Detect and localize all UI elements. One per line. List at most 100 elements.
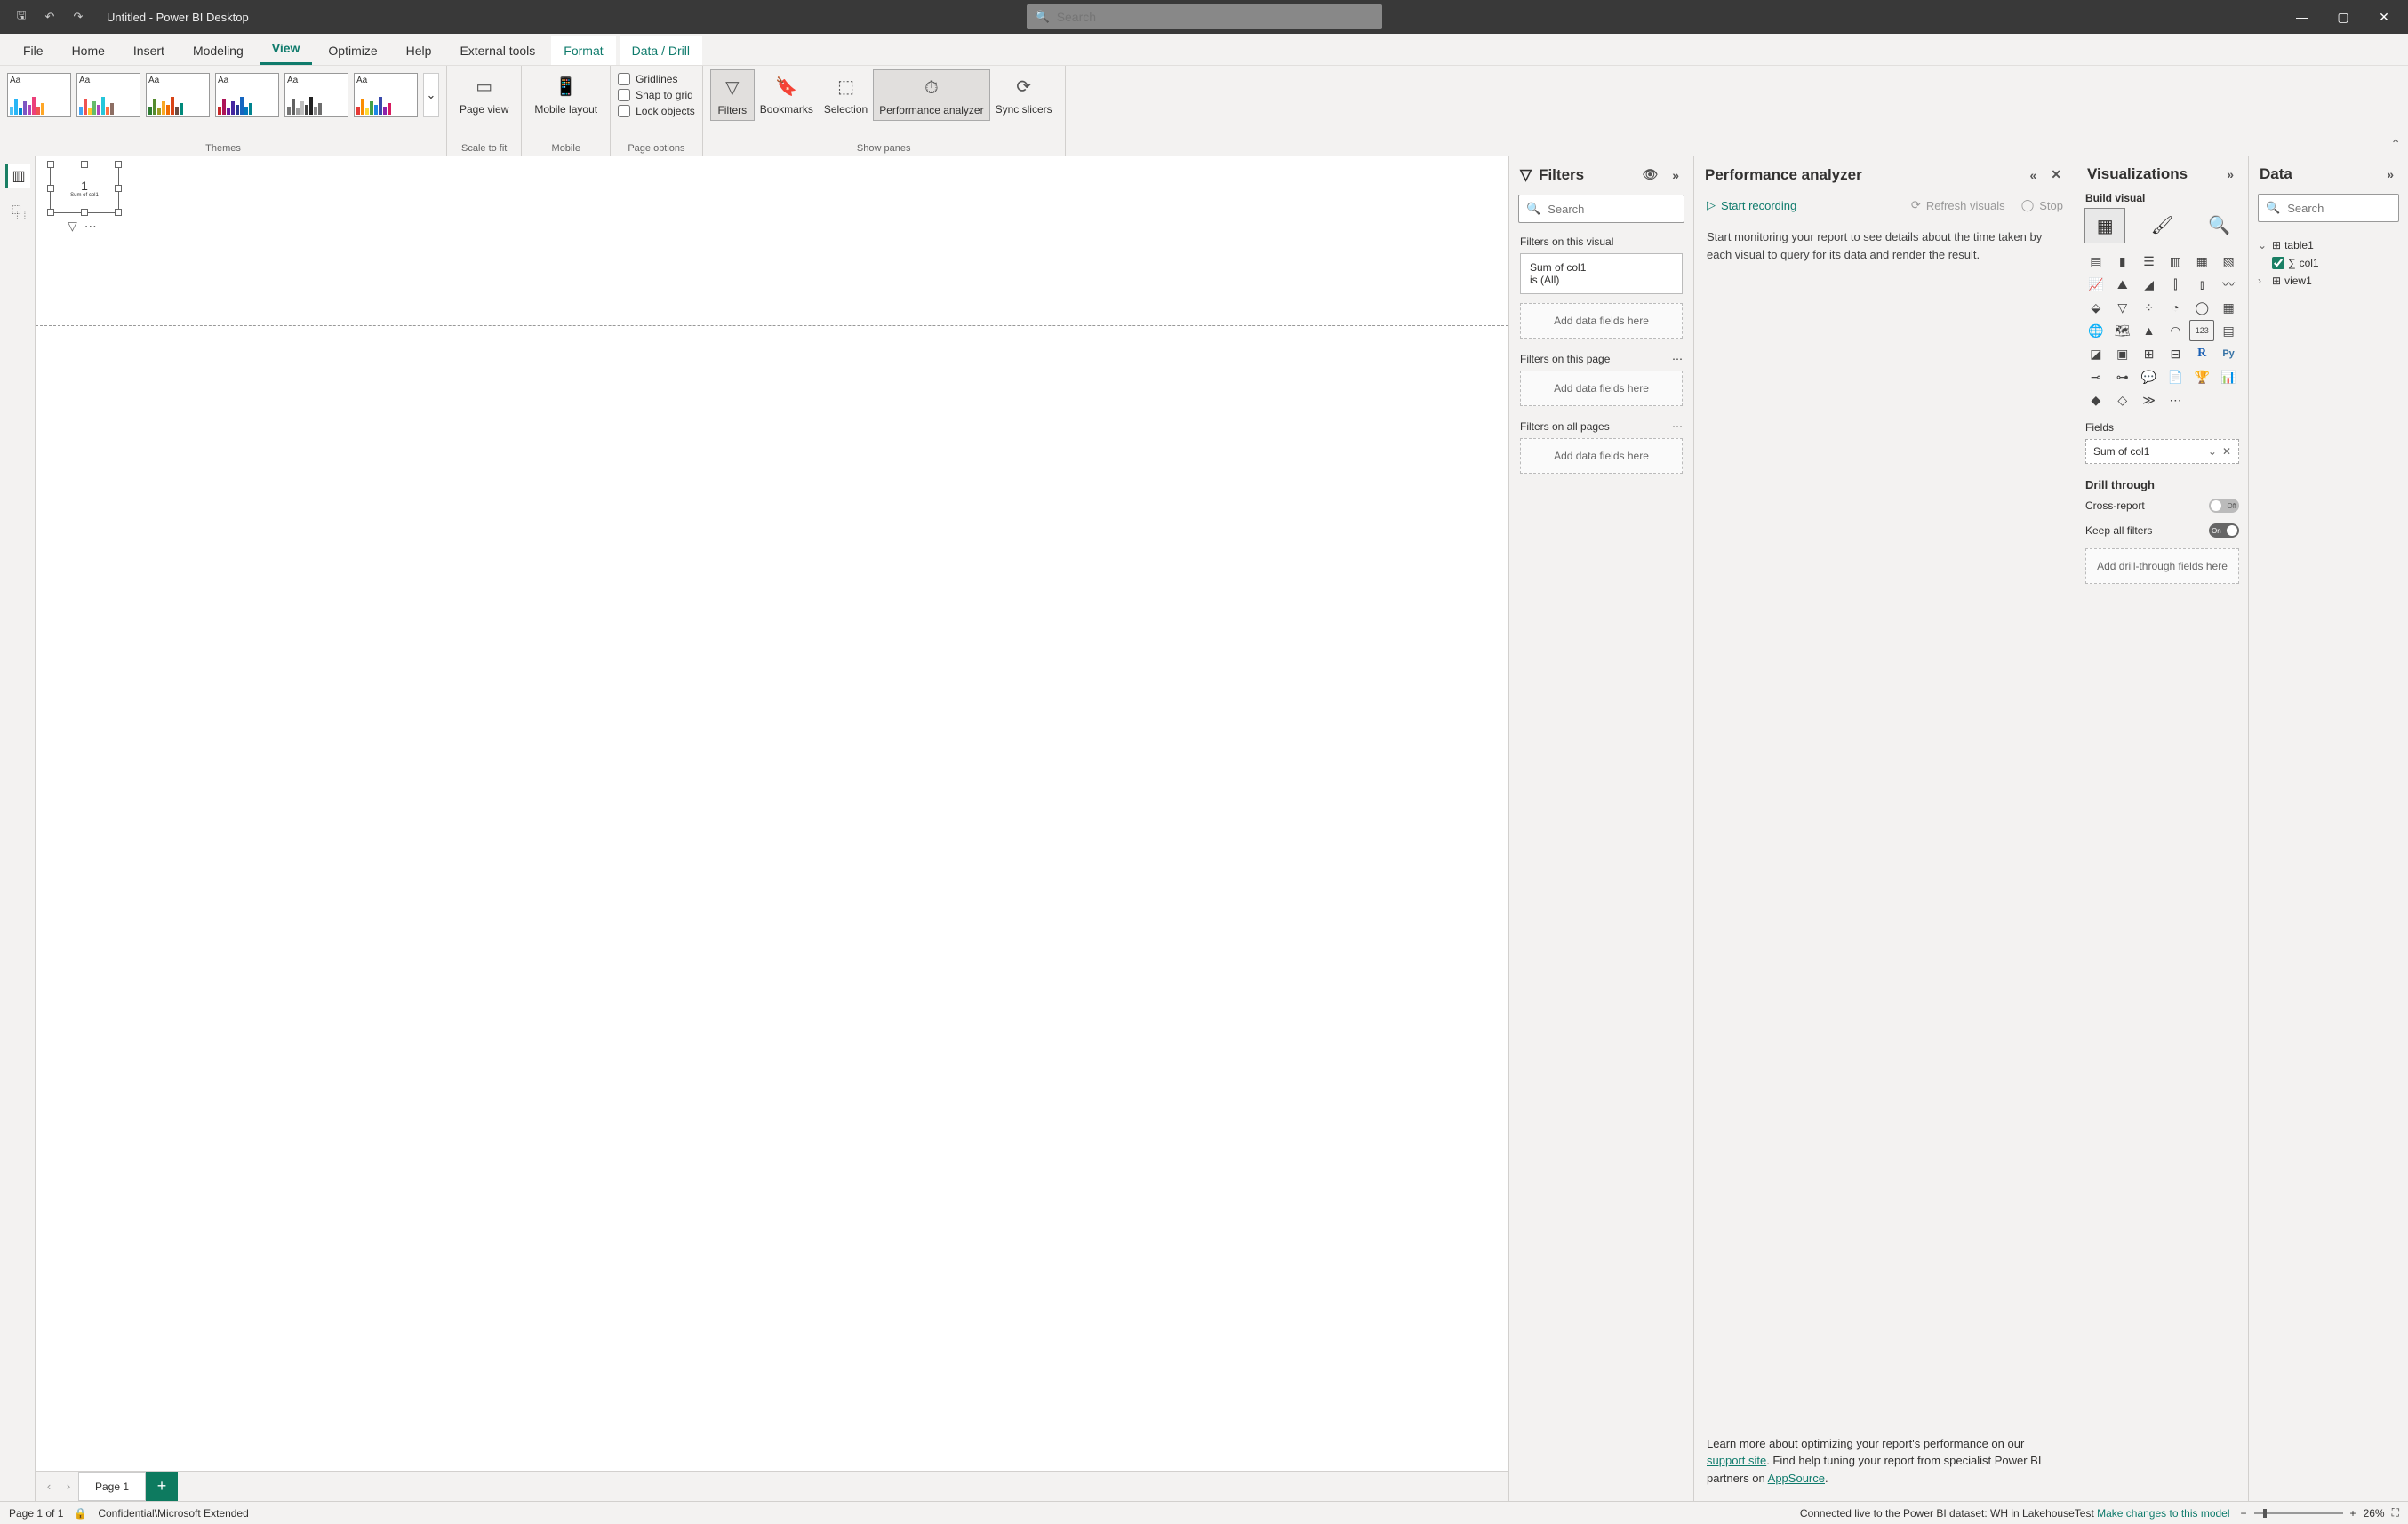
visual-more-icon[interactable]: ⋯ [84, 219, 97, 234]
remove-field-icon[interactable]: ✕ [2222, 445, 2231, 458]
theme-thumb[interactable]: Aa [284, 73, 348, 117]
page-view-button[interactable]: ▭ Page view [454, 69, 514, 119]
viz-card[interactable]: 123 [2189, 320, 2214, 341]
appsource-link[interactable]: AppSource [1768, 1472, 1825, 1485]
tab-insert[interactable]: Insert [121, 36, 177, 65]
tab-modeling[interactable]: Modeling [180, 36, 256, 65]
bookmarks-pane-button[interactable]: 🔖Bookmarks [755, 69, 819, 121]
viz-qna[interactable]: 💬 [2137, 366, 2162, 387]
viz-matrix[interactable]: ⊟ [2164, 343, 2188, 364]
viz-decomp[interactable]: ⊶ [2110, 366, 2135, 387]
tab-optimize[interactable]: Optimize [316, 36, 389, 65]
tab-file[interactable]: File [11, 36, 56, 65]
viz-filled-map[interactable]: 🗺 [2110, 320, 2135, 341]
drill-drop[interactable]: Add drill-through fields here [2085, 548, 2239, 584]
viz-key-influencers[interactable]: ⊸ [2084, 366, 2108, 387]
save-icon[interactable]: 🖫 [11, 6, 32, 28]
themes-more[interactable]: ⌄ [423, 73, 439, 117]
viz-table[interactable]: ⊞ [2137, 343, 2162, 364]
theme-thumb[interactable]: Aa [146, 73, 210, 117]
report-canvas[interactable]: 1 Sum of col1 ▽ ⋯ [36, 156, 1508, 1471]
mobile-layout-button[interactable]: 📱 Mobile layout [529, 69, 603, 119]
redo-icon[interactable]: ↷ [68, 6, 89, 28]
more-icon[interactable]: ⋯ [1672, 420, 1683, 433]
viz-more[interactable]: ≫ [2137, 389, 2162, 411]
cross-report-toggle[interactable]: Off [2209, 499, 2239, 513]
zoom-out[interactable]: − [2241, 1507, 2247, 1520]
viz-azure-map[interactable]: ▲ [2137, 320, 2162, 341]
viz-multi-card[interactable]: ▤ [2216, 320, 2241, 341]
tab-data-drill[interactable]: Data / Drill [620, 36, 702, 65]
support-link[interactable]: support site [1707, 1454, 1766, 1467]
viz-paginated[interactable]: 📊 [2216, 366, 2241, 387]
viz-funnel[interactable]: ▽ [2110, 297, 2135, 318]
viz-clustered-column[interactable]: ▥ [2164, 251, 2188, 272]
theme-thumb[interactable]: Aa [215, 73, 279, 117]
viz-stacked-column[interactable]: ▮ [2110, 251, 2135, 272]
filters-search-input[interactable] [1548, 203, 1676, 216]
format-visual-mode[interactable]: 🖌 [2141, 208, 2182, 243]
maximize-button[interactable]: ▢ [2323, 0, 2364, 34]
viz-goals[interactable]: 🏆 [2189, 366, 2214, 387]
zoom-slider[interactable] [2254, 1512, 2343, 1514]
global-search-input[interactable] [1057, 10, 1373, 24]
chevron-down-icon[interactable]: ⌄ [2208, 445, 2217, 458]
tab-external-tools[interactable]: External tools [447, 36, 548, 65]
viz-python[interactable]: Py [2216, 343, 2241, 364]
column-checkbox[interactable] [2272, 257, 2284, 269]
filters-search[interactable]: 🔍 [1518, 195, 1684, 223]
filter-card[interactable]: Sum of col1 is (All) [1520, 253, 1683, 294]
theme-thumb[interactable]: Aa [76, 73, 140, 117]
start-recording-button[interactable]: ▷Start recording [1707, 198, 1796, 212]
viz-line-column2[interactable]: ⫾ [2189, 274, 2214, 295]
gridlines-checkbox[interactable]: Gridlines [618, 73, 695, 85]
viz-narrative[interactable]: 📄 [2164, 366, 2188, 387]
filter-drop-visual[interactable]: Add data fields here [1520, 303, 1683, 339]
close-icon[interactable]: ✕ [2047, 165, 2065, 184]
tab-view[interactable]: View [260, 34, 313, 65]
visual-filter-icon[interactable]: ▽ [68, 219, 77, 234]
model-view-icon[interactable]: ⿻ [5, 199, 30, 224]
viz-get-more[interactable]: ⋯ [2164, 389, 2188, 411]
viz-100-column[interactable]: ▧ [2216, 251, 2241, 272]
chevron-right-icon[interactable]: › [2258, 275, 2268, 287]
viz-line[interactable]: 📈 [2084, 274, 2108, 295]
viz-waterfall[interactable]: ⬙ [2084, 297, 2108, 318]
collapse-icon[interactable]: « [2026, 166, 2040, 184]
viz-slicer[interactable]: ▣ [2110, 343, 2135, 364]
viz-line-column[interactable]: ⫿ [2164, 274, 2188, 295]
add-page-button[interactable]: + [146, 1472, 178, 1502]
theme-thumb[interactable]: Aa [354, 73, 418, 117]
global-search[interactable]: 🔍 [1027, 4, 1382, 29]
sync-slicers-button[interactable]: ⟳Sync slicers [990, 69, 1058, 121]
viz-automate[interactable]: ◇ [2110, 389, 2135, 411]
filter-drop-page[interactable]: Add data fields here [1520, 371, 1683, 406]
viz-clustered-bar[interactable]: ☰ [2137, 251, 2162, 272]
viz-map[interactable]: 🌐 [2084, 320, 2108, 341]
minimize-button[interactable]: — [2282, 0, 2323, 34]
lock-checkbox[interactable]: Lock objects [618, 105, 695, 117]
snap-checkbox[interactable]: Snap to grid [618, 89, 695, 101]
collapse-ribbon[interactable]: ⌃ [2383, 133, 2408, 156]
fit-page-icon[interactable]: ⛶ [2392, 1506, 2399, 1520]
preview-icon[interactable]: 👁 [1638, 165, 1661, 184]
make-changes-link[interactable]: Make changes to this model [2097, 1507, 2229, 1520]
view-node[interactable]: › ⊞ view1 [2254, 272, 2403, 290]
viz-kpi[interactable]: ◪ [2084, 343, 2108, 364]
viz-r[interactable]: R [2189, 343, 2214, 364]
viz-treemap[interactable]: ▦ [2216, 297, 2241, 318]
page-next[interactable]: › [59, 1480, 78, 1493]
page-prev[interactable]: ‹ [39, 1480, 59, 1493]
performance-analyzer-button[interactable]: ⏱Performance analyzer [873, 69, 989, 121]
keep-filters-toggle[interactable]: On [2209, 523, 2239, 538]
analytics-mode[interactable]: 🔍 [2199, 208, 2240, 243]
viz-gauge[interactable]: ◠ [2164, 320, 2188, 341]
chevron-down-icon[interactable]: ⌄ [2258, 239, 2268, 251]
undo-icon[interactable]: ↶ [39, 6, 60, 28]
viz-area[interactable]: ⛰ [2110, 274, 2135, 295]
viz-ribbon[interactable]: 〰 [2216, 274, 2241, 295]
filters-pane-button[interactable]: ▽Filters [710, 69, 755, 121]
page-tab[interactable]: Page 1 [78, 1472, 146, 1501]
zoom-in[interactable]: + [2350, 1507, 2356, 1520]
tab-help[interactable]: Help [394, 36, 444, 65]
